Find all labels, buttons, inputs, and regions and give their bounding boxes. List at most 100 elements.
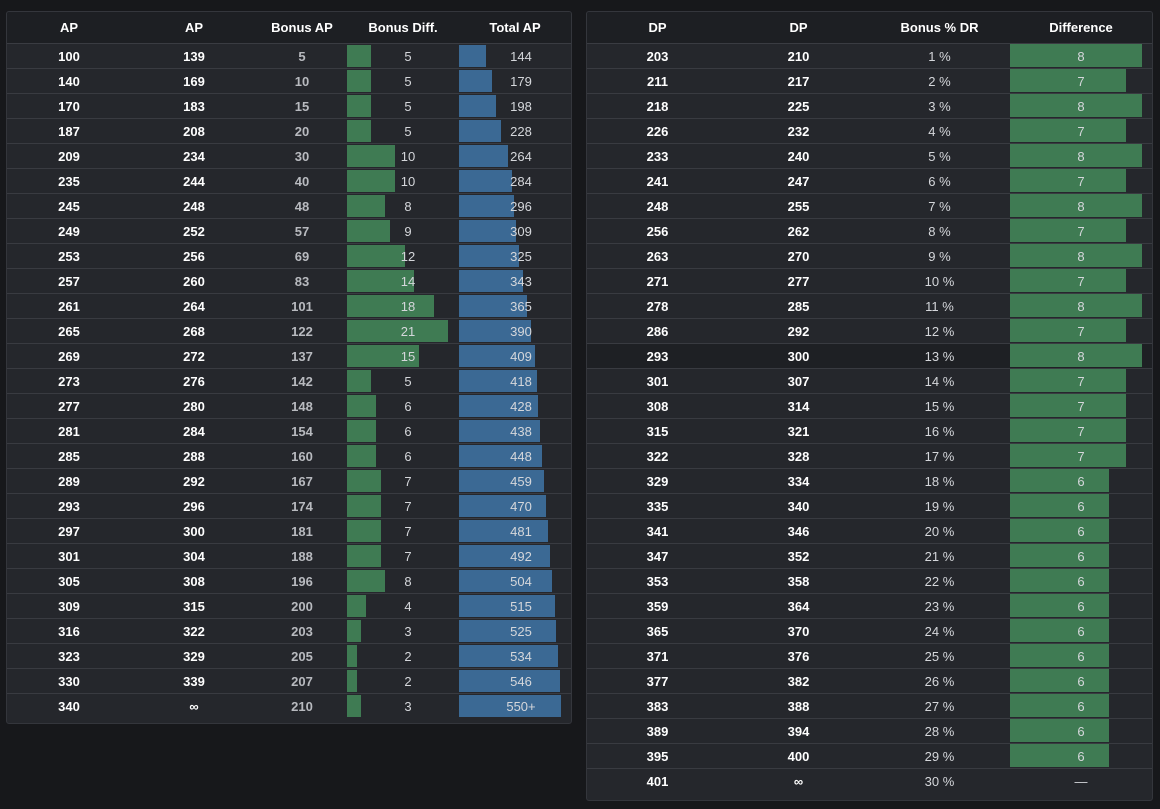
cell-difference: 8 xyxy=(1010,93,1152,119)
cell-bonus-diff: 7 xyxy=(347,518,459,544)
bonus-diff-value: 8 xyxy=(404,198,412,214)
cell-dp-to: 217 xyxy=(728,68,869,94)
cell-ap-from: 297 xyxy=(7,518,131,544)
bonus-diff-bar xyxy=(347,120,372,142)
cell-total-ap: 325 xyxy=(459,243,571,269)
cell-difference: 6 xyxy=(1010,568,1152,594)
cell-bonus-dr: 5 % xyxy=(869,143,1010,169)
cell-bonus-dr: 18 % xyxy=(869,468,1010,494)
dp-table-row: 256 262 8 % 7 xyxy=(587,218,1152,244)
cell-bonus-diff: 5 xyxy=(347,93,459,119)
difference-value: 8 xyxy=(1077,348,1085,364)
cell-difference: 6 xyxy=(1010,668,1152,694)
cell-dp-to: 240 xyxy=(728,143,869,169)
dp-table-row: 203 210 1 % 8 xyxy=(587,43,1152,69)
dp-table-row: 365 370 24 % 6 xyxy=(587,618,1152,644)
ap-table-row: 305 308 196 8 504 xyxy=(7,568,571,594)
cell-ap-to: 260 xyxy=(131,268,257,294)
difference-bar xyxy=(1010,719,1109,742)
bonus-diff-value: 7 xyxy=(404,498,412,514)
dp-table-row: 389 394 28 % 6 xyxy=(587,718,1152,744)
difference-value: 8 xyxy=(1077,248,1085,264)
cell-ap-to: 252 xyxy=(131,218,257,244)
ap-table-panel: AP AP Bonus AP Bonus Diff. Total AP 100 1… xyxy=(6,11,572,724)
total-ap-value: 515 xyxy=(510,598,532,614)
cell-ap-to: 292 xyxy=(131,468,257,494)
cell-bonus-ap: 30 xyxy=(257,143,347,169)
cell-dp-to: 346 xyxy=(728,518,869,544)
ap-table-row: 293 296 174 7 470 xyxy=(7,493,571,519)
cell-ap-to: 268 xyxy=(131,318,257,344)
cell-total-ap: 534 xyxy=(459,643,571,669)
dp-table-row: 241 247 6 % 7 xyxy=(587,168,1152,194)
dp-table-row: 401 ∞ 30 % — xyxy=(587,769,1152,794)
cell-dp-from: 329 xyxy=(587,468,728,494)
cell-ap-to: 315 xyxy=(131,593,257,619)
bonus-diff-bar xyxy=(347,395,376,417)
cell-bonus-dr: 1 % xyxy=(869,43,1010,69)
cell-bonus-ap: 10 xyxy=(257,68,347,94)
cell-total-ap: 470 xyxy=(459,493,571,519)
bonus-diff-bar xyxy=(347,570,386,592)
ap-table-row: 281 284 154 6 438 xyxy=(7,418,571,444)
bonus-diff-value: 6 xyxy=(404,398,412,414)
bonus-diff-bar xyxy=(347,170,396,192)
cell-ap-from: 249 xyxy=(7,218,131,244)
bonus-diff-value: 6 xyxy=(404,448,412,464)
ap-table-row: 100 139 5 5 144 xyxy=(7,43,571,69)
bonus-diff-value: 2 xyxy=(404,648,412,664)
cell-dp-from: 301 xyxy=(587,368,728,394)
bonus-diff-value: 15 xyxy=(400,348,416,364)
total-ap-value: 179 xyxy=(510,73,532,89)
difference-value: 8 xyxy=(1077,48,1085,64)
difference-value: 7 xyxy=(1077,73,1085,89)
cell-total-ap: 296 xyxy=(459,193,571,219)
difference-value: 7 xyxy=(1077,448,1085,464)
cell-bonus-dr: 30 % xyxy=(924,773,955,789)
cell-bonus-diff: 2 xyxy=(347,643,459,669)
header-dp-from: DP xyxy=(587,12,728,44)
cell-total-ap: 343 xyxy=(459,268,571,294)
cell-dp-to: 210 xyxy=(728,43,869,69)
cell-total-ap: 198 xyxy=(459,93,571,119)
difference-value: 8 xyxy=(1077,198,1085,214)
cell-bonus-diff: 15 xyxy=(347,343,459,369)
cell-ap-to: 322 xyxy=(131,618,257,644)
dp-table-row: 278 285 11 % 8 xyxy=(587,293,1152,319)
cell-difference: 7 xyxy=(1010,68,1152,94)
total-ap-value: 428 xyxy=(510,398,532,414)
total-ap-value: 284 xyxy=(510,173,532,189)
cell-difference: 8 xyxy=(1010,343,1152,369)
cell-bonus-ap: 142 xyxy=(257,368,347,394)
total-ap-bar xyxy=(459,70,493,92)
dp-table-row: 248 255 7 % 8 xyxy=(587,193,1152,219)
difference-bar xyxy=(1010,694,1109,717)
bonus-diff-value: 7 xyxy=(404,548,412,564)
header-total-ap: Total AP xyxy=(459,12,571,44)
cell-bonus-ap: 188 xyxy=(257,543,347,569)
cell-bonus-ap: 205 xyxy=(257,643,347,669)
cell-total-ap: 481 xyxy=(459,518,571,544)
cell-bonus-diff: 6 xyxy=(347,418,459,444)
bonus-diff-value: 5 xyxy=(404,123,412,139)
cell-ap-from: 309 xyxy=(7,593,131,619)
difference-value: 7 xyxy=(1077,398,1085,414)
total-ap-value: 198 xyxy=(510,98,532,114)
cell-ap-from: 187 xyxy=(7,118,131,144)
difference-bar xyxy=(1010,619,1109,642)
difference-bar xyxy=(1010,444,1126,467)
cell-bonus-dr: 2 % xyxy=(869,68,1010,94)
ap-table-row: 187 208 20 5 228 xyxy=(7,118,571,144)
cell-ap-from: 289 xyxy=(7,468,131,494)
total-ap-bar xyxy=(459,45,486,67)
cell-difference: 6 xyxy=(1010,543,1152,569)
cell-dp-to: 388 xyxy=(728,693,869,719)
cell-bonus-ap: 203 xyxy=(257,618,347,644)
difference-bar xyxy=(1010,594,1109,617)
cell-bonus-diff: 5 xyxy=(347,118,459,144)
cell-ap-from: 235 xyxy=(7,168,131,194)
bonus-diff-bar xyxy=(347,195,386,217)
dp-table-row: 226 232 4 % 7 xyxy=(587,118,1152,144)
cell-total-ap: 390 xyxy=(459,318,571,344)
cell-dp-from: 263 xyxy=(587,243,728,269)
